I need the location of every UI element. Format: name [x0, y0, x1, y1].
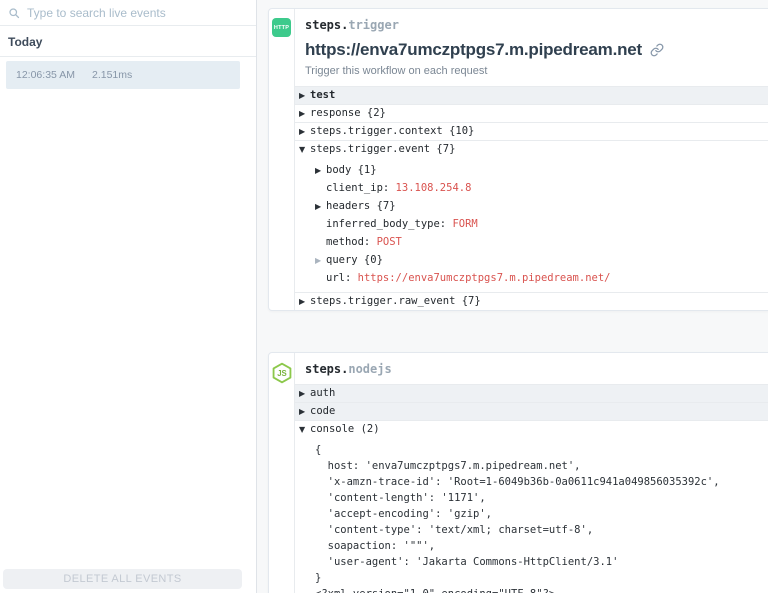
console-line: soapaction: '""', [315, 540, 436, 552]
app-window: Today 12:06:35 AM 2.151ms DELETE ALL EVE… [0, 0, 768, 593]
kv-key: method: [326, 236, 371, 248]
nodejs-step-title: steps.nodejs [305, 362, 767, 376]
nodejs-step-body: steps.nodejs ▶ auth ▶ code ▼ console (2) { … [294, 353, 768, 593]
chevron-right-icon: ▶ [315, 202, 322, 211]
chevron-right-icon: ▶ [299, 389, 306, 398]
console-line: 'x-amzn-trace-id': 'Root=1-6049b36b-0a06… [315, 476, 720, 488]
chevron-right-icon: ▶ [299, 91, 306, 100]
tree-row-headers[interactable]: ▶ headers {7} [315, 197, 768, 215]
kv-row-url: url: https://enva7umczptpgs7.m.pipedream… [315, 269, 768, 287]
chevron-right-icon: ▶ [299, 127, 306, 136]
http-trigger-icon: HTTP [272, 18, 291, 37]
tree-row-label: body {1} [326, 164, 377, 176]
delete-all-events-button[interactable]: DELETE ALL EVENTS [3, 569, 242, 589]
tree-row-label: test [310, 89, 336, 101]
event-search-bar [0, 0, 256, 26]
tree-row-label: steps.trigger.context {10} [310, 125, 475, 137]
live-events-sidebar: Today 12:06:35 AM 2.151ms DELETE ALL EVE… [0, 0, 257, 593]
console-line: { [315, 444, 322, 456]
kv-value: https://enva7umczptpgs7.m.pipedream.net/ [357, 272, 611, 284]
event-list-item[interactable]: 12:06:35 AM 2.151ms [6, 61, 240, 89]
console-line: <?xml version="1.0" encoding="UTF-8"?> [315, 586, 768, 593]
console-output: { host: 'enva7umczptpgs7.m.pipedream.net… [295, 438, 768, 593]
trigger-step-body: steps.trigger https://enva7umczptpgs7.m.… [294, 9, 768, 310]
console-line: } [315, 572, 322, 584]
kv-value: 13.108.254.8 [395, 182, 472, 194]
step-title-prefix: steps. [305, 362, 349, 376]
tree-row-test[interactable]: ▶ test [295, 86, 768, 104]
tree-row-event[interactable]: ▼ steps.trigger.event {7} [295, 140, 768, 158]
tree-row-console[interactable]: ▼ console (2) [295, 420, 768, 438]
chevron-right-icon: ▶ [299, 297, 306, 306]
tree-row-label: response {2} [310, 107, 386, 119]
tree-row-label: query {0} [326, 254, 383, 266]
console-line: 'content-length': '1171', [315, 492, 486, 504]
trigger-step-gutter: HTTP [269, 9, 294, 310]
kv-value: POST [376, 236, 402, 248]
kv-row-method: method: POST [315, 233, 768, 251]
tree-row-label: headers {7} [326, 200, 396, 212]
tree-row-code[interactable]: ▶ code [295, 402, 768, 420]
endpoint-url-row: https://enva7umczptpgs7.m.pipedream.net [305, 38, 767, 62]
step-title-prefix: steps. [305, 18, 349, 32]
trigger-step-card: HTTP steps.trigger https://enva7umczptpg… [268, 8, 768, 311]
event-date-section-label: Today [0, 26, 256, 57]
event-expanded-children: ▶ body {1} client_ip: 13.108.254.8 ▶ heade… [295, 158, 768, 292]
tree-row-raw-event[interactable]: ▶ steps.trigger.raw_event {7} [295, 292, 768, 310]
svg-text:JS: JS [277, 369, 287, 378]
nodejs-step-gutter: JS [269, 353, 294, 593]
console-line: host: 'enva7umczptpgs7.m.pipedream.net', [315, 460, 581, 472]
tree-row-auth[interactable]: ▶ auth [295, 384, 768, 402]
kv-row-client-ip: client_ip: 13.108.254.8 [315, 179, 768, 197]
search-input[interactable] [27, 5, 252, 20]
chevron-right-icon: ▶ [299, 407, 306, 416]
tree-row-body[interactable]: ▶ body {1} [315, 161, 768, 179]
chevron-right-icon: ▶ [299, 109, 306, 118]
console-line: 'user-agent': 'Jakarta Commons-HttpClien… [315, 556, 619, 568]
search-icon [9, 7, 20, 18]
endpoint-url: https://enva7umczptpgs7.m.pipedream.net [305, 40, 642, 59]
console-line: 'content-type': 'text/xml; charset=utf-8… [315, 524, 594, 536]
tree-row-label: steps.trigger.raw_event {7} [310, 295, 481, 307]
tree-row-label: code [310, 405, 336, 417]
tree-row-response[interactable]: ▶ response {2} [295, 104, 768, 122]
trigger-step-subtitle: Trigger this workflow on each request [305, 65, 488, 77]
kv-row-inferred-body-type: inferred_body_type: FORM [315, 215, 768, 233]
event-timestamp: 12:06:35 AM [16, 69, 75, 81]
step-title-name: nodejs [348, 362, 392, 376]
trigger-step-title: steps.trigger [305, 18, 767, 32]
nodejs-icon: JS [272, 362, 291, 384]
tree-row-label: auth [310, 387, 336, 399]
tree-row-label: steps.trigger.event {7} [310, 143, 456, 155]
chevron-right-icon: ▶ [315, 166, 322, 175]
chevron-down-icon: ▼ [299, 425, 306, 434]
chevron-right-icon: ▶ [315, 256, 322, 265]
kv-value: FORM [452, 218, 478, 230]
tree-row-label: console (2) [310, 423, 380, 435]
chevron-down-icon: ▼ [299, 145, 306, 154]
tree-row-context[interactable]: ▶ steps.trigger.context {10} [295, 122, 768, 140]
trigger-step-header: steps.trigger https://enva7umczptpgs7.m.… [295, 9, 768, 86]
kv-key: inferred_body_type: [326, 218, 447, 230]
event-duration: 2.151ms [92, 69, 133, 81]
tree-row-query[interactable]: ▶ query {0} [315, 251, 768, 269]
step-title-name: trigger [348, 18, 399, 32]
console-line: 'accept-encoding': 'gzip', [315, 508, 493, 520]
nodejs-step-header: steps.nodejs [295, 353, 768, 384]
link-icon[interactable] [650, 43, 664, 57]
kv-key: url: [326, 272, 352, 284]
nodejs-step-card: JS steps.nodejs ▶ auth ▶ code ▼ console (2)… [268, 352, 768, 593]
kv-key: client_ip: [326, 182, 390, 194]
